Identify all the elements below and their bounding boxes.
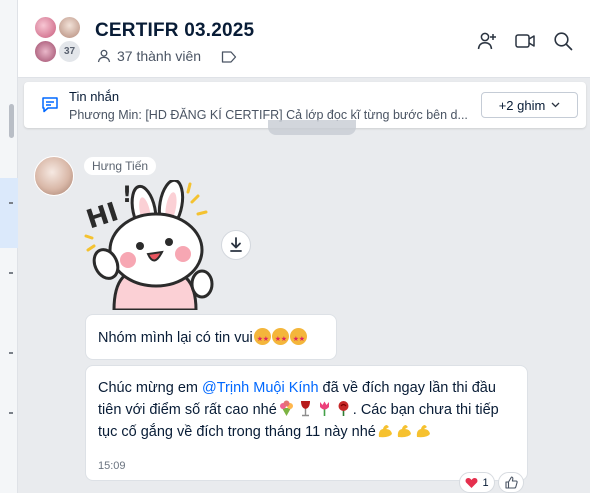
bouquet-emoji-icon	[279, 400, 293, 416]
thumbs-up-icon	[504, 476, 518, 489]
star-struck-emoji-icon	[289, 328, 307, 351]
reaction-badge[interactable]: 1	[459, 472, 495, 493]
star-struck-emoji-icon	[253, 328, 271, 351]
message-bubble[interactable]: Chúc mừng em @Trịnh Muội Kính đã về đích…	[85, 365, 528, 481]
member-count-label: 37 thành viên	[117, 48, 202, 64]
tulip-emoji-icon	[319, 401, 329, 416]
list-scrollbar[interactable]	[9, 104, 14, 138]
message-icon	[42, 97, 58, 113]
message-text: Chúc mừng em	[98, 380, 202, 396]
list-marker	[9, 352, 13, 354]
svg-text:!: !	[122, 183, 132, 208]
date-divider	[268, 120, 356, 135]
wine-glass-emoji-icon	[300, 401, 310, 417]
person-icon	[97, 49, 111, 63]
sender-name[interactable]: Hưng Tiến	[84, 157, 157, 175]
video-call-icon[interactable]	[514, 30, 536, 52]
group-avatar[interactable]: 37	[34, 16, 82, 64]
like-button[interactable]	[498, 472, 524, 493]
pinned-title: Tin nhắn	[69, 89, 120, 104]
flexed-biceps-emoji-icon	[378, 425, 392, 438]
sender-avatar[interactable]	[34, 156, 74, 196]
list-marker	[9, 202, 13, 204]
more-pins-button[interactable]: +2 ghim	[481, 92, 578, 118]
member-count-badge: 37	[58, 40, 81, 63]
download-icon	[230, 237, 242, 252]
group-title[interactable]: CERTIFR 03.2025	[95, 20, 254, 42]
reaction-count: 1	[482, 476, 489, 489]
message-bubble[interactable]: Nhóm mình lại có tin vui	[85, 314, 337, 360]
flexed-biceps-emoji-icon	[397, 425, 411, 438]
list-marker	[9, 412, 13, 414]
member-avatar	[58, 16, 81, 39]
conversation-list-strip	[0, 0, 18, 493]
rose-emoji-icon	[338, 401, 349, 416]
flexed-biceps-emoji-icon	[416, 425, 430, 438]
member-count[interactable]: 37 thành viên	[97, 48, 201, 64]
message-text: Nhóm mình lại có tin vui	[98, 330, 253, 346]
chevron-down-icon	[551, 102, 560, 108]
chat-header: 37 CERTIFR 03.2025 37 thành viên	[18, 0, 590, 78]
member-avatar	[34, 40, 57, 63]
star-struck-emoji-icon	[271, 328, 289, 351]
mention-link[interactable]: @Trịnh Muội Kính	[202, 380, 319, 396]
member-avatar	[34, 16, 57, 39]
heart-icon	[465, 477, 478, 488]
selected-conversation-highlight[interactable]	[0, 178, 18, 248]
hi-bunny-sticker[interactable]: HI !	[84, 180, 219, 310]
add-member-icon[interactable]	[476, 30, 498, 52]
download-button[interactable]	[221, 230, 251, 260]
search-icon[interactable]	[552, 30, 574, 52]
message-time: 15:09	[98, 460, 126, 472]
tag-icon[interactable]	[221, 50, 237, 64]
more-pins-label: +2 ghim	[498, 97, 546, 113]
list-marker	[9, 272, 13, 274]
